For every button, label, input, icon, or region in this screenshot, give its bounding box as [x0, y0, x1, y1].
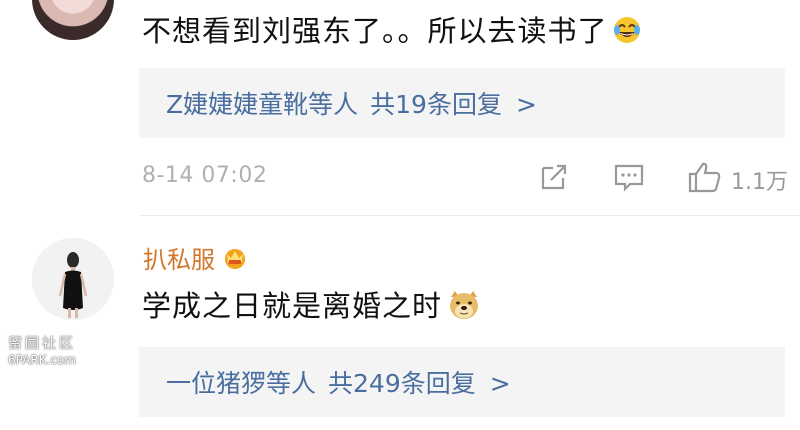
username-text[interactable]: 扒私服: [143, 246, 215, 274]
comment-1-replies-link[interactable]: Z婕婕婕童靴等人 共19条回复 >: [166, 85, 549, 121]
comment-2-replies-box[interactable]: 一位猪猡等人 共249条回复 >: [139, 347, 785, 417]
comment-2-text: 学成之日就是离婚之时: [142, 283, 482, 328]
comment-1-timestamp: 8-14 07:02: [142, 163, 268, 188]
laughing-tears-emoji-icon: [612, 15, 642, 52]
like-count: 1.1万: [731, 170, 788, 195]
chevron-right-icon: >: [489, 369, 511, 398]
comment-divider: [139, 215, 800, 216]
vip-crown-badge-icon: [221, 246, 249, 276]
commenter-2-username[interactable]: 扒私服: [143, 240, 249, 276]
comment-1-text: 不想看到刘强东了。。所以去读书了: [142, 8, 642, 52]
watermark-cn: 留园社区: [8, 336, 76, 352]
comment-1-body: 不想看到刘强东了。。所以去读书了: [142, 14, 608, 48]
doge-emoji-icon: [446, 289, 482, 328]
comment-1-replies-box[interactable]: Z婕婕婕童靴等人 共19条回复 >: [139, 68, 785, 138]
share-icon[interactable]: [537, 160, 571, 198]
like-thumb-icon[interactable]: [687, 160, 723, 198]
comment-icon[interactable]: [612, 160, 646, 198]
reply-users[interactable]: Z婕婕婕童靴等人: [166, 90, 358, 119]
watermark-en: 6PARK.com: [8, 353, 76, 367]
commenter-2-avatar[interactable]: [32, 238, 114, 320]
reply-count[interactable]: 共249条回复: [328, 369, 476, 398]
commenter-1-avatar[interactable]: [32, 0, 114, 40]
comment-2-replies-link[interactable]: 一位猪猡等人 共249条回复 >: [166, 364, 523, 400]
reply-users[interactable]: 一位猪猡等人: [166, 369, 316, 398]
watermark: 留园社区 6PARK.com: [8, 336, 98, 368]
chevron-right-icon: >: [515, 90, 537, 119]
reply-count[interactable]: 共19条回复: [370, 90, 502, 119]
comment-2-body: 学成之日就是离婚之时: [142, 289, 443, 323]
